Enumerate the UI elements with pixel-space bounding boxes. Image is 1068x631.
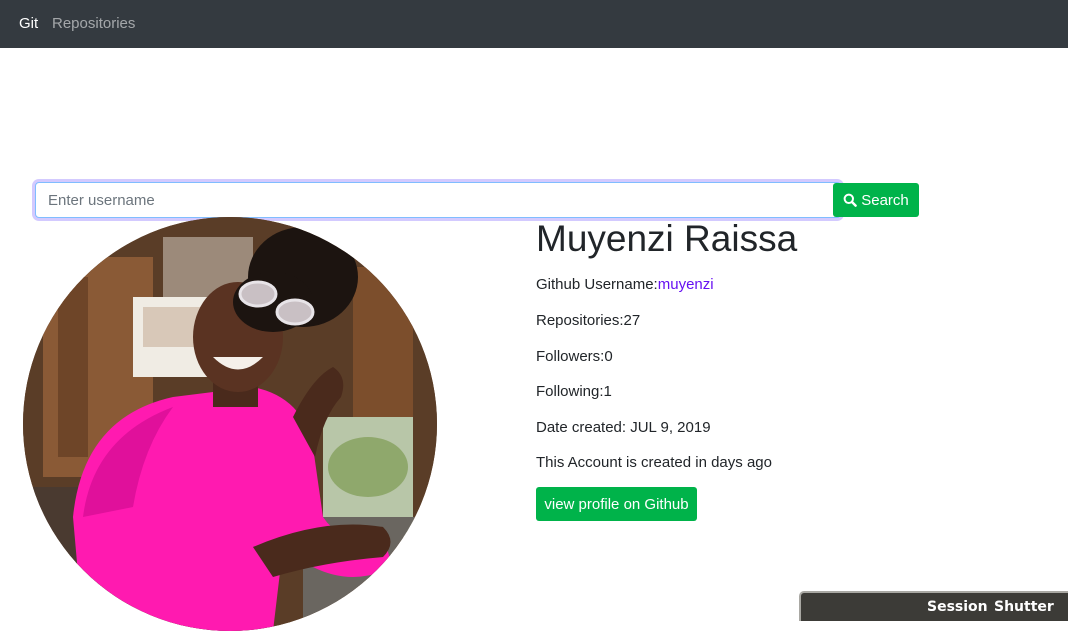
search-button[interactable]: Search (833, 183, 919, 217)
navbar-brand[interactable]: Git (19, 15, 38, 32)
nav-link-repositories[interactable]: Repositories (52, 15, 135, 32)
profile-name: Muyenzi Raissa (536, 218, 798, 259)
view-profile-button[interactable]: view profile on Github (536, 487, 697, 521)
followers-count: Followers:0 (536, 348, 613, 365)
taskbar: Session Shutter (799, 591, 1068, 621)
account-age: This Account is created in days ago (536, 454, 772, 471)
github-username-label: Github Username: (536, 276, 658, 293)
search-icon (843, 193, 858, 207)
search-input[interactable] (35, 182, 841, 218)
repositories-count: Repositories:27 (536, 312, 641, 329)
search-button-label: Search (861, 191, 909, 209)
profile-photo (23, 217, 437, 631)
taskbar-item-session[interactable]: Session (927, 599, 988, 615)
navbar: Git Repositories (0, 0, 1068, 48)
avatar (23, 217, 437, 631)
taskbar-item-shutter[interactable]: Shutter (994, 599, 1054, 615)
github-username-link[interactable]: muyenzi (658, 276, 714, 293)
date-created: Date created: JUL 9, 2019 (536, 419, 711, 436)
following-count: Following:1 (536, 383, 612, 400)
github-username-row: Github Username:muyenzi (536, 276, 714, 293)
